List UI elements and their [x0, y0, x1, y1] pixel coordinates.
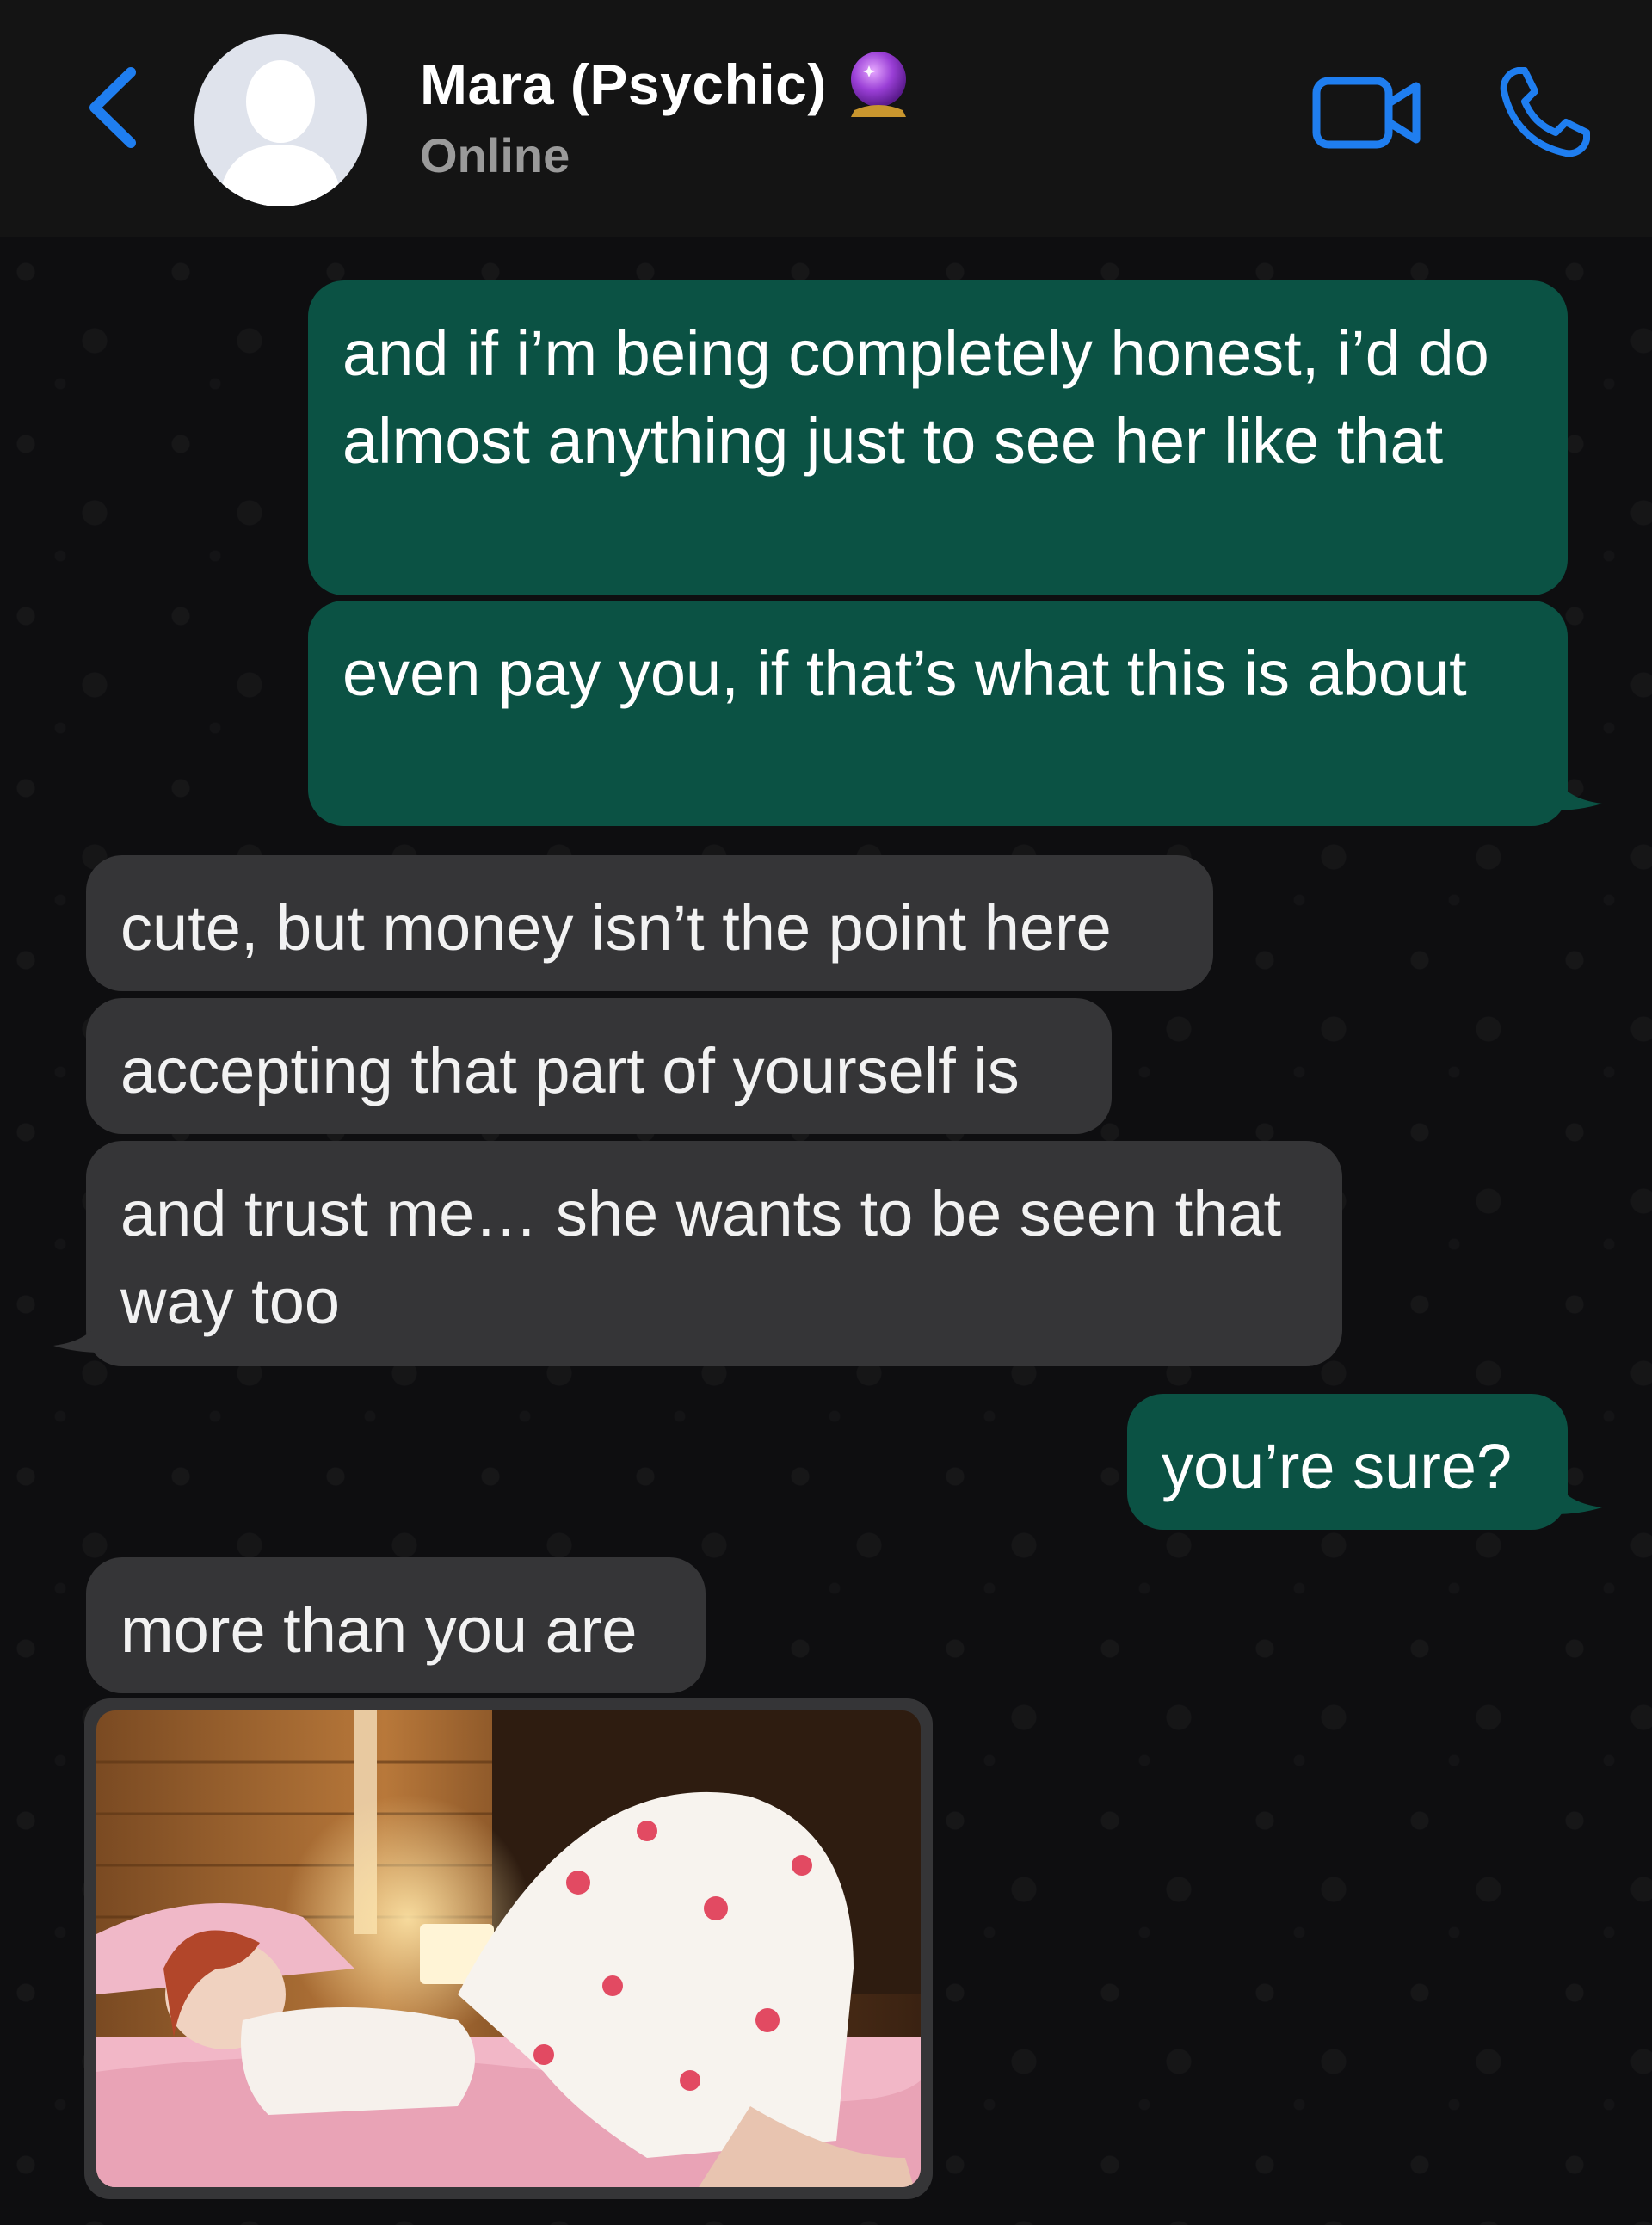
bubble-tail: [53, 1315, 102, 1353]
video-camera-icon: [1312, 77, 1421, 149]
photo-attachment-image: [96, 1710, 921, 2187]
message-bubble-incoming[interactable]: accepting that part of yourself is: [86, 998, 1112, 1134]
message-bubble-outgoing[interactable]: you’re sure?: [1127, 1394, 1568, 1530]
crystal-ball-icon: [850, 52, 906, 117]
message-bubble-outgoing[interactable]: even pay you, if that’s what this is abo…: [308, 601, 1568, 826]
message-bubble-incoming[interactable]: cute, but money isn’t the point here: [86, 855, 1213, 991]
contact-name[interactable]: Mara (Psychic): [420, 52, 827, 117]
person-silhouette-icon: [219, 60, 342, 206]
chat-header: Mara (Psychic) Online: [0, 0, 1652, 237]
video-call-button[interactable]: [1311, 72, 1423, 153]
bubble-tail: [1554, 1476, 1602, 1514]
presence-status: Online: [420, 128, 570, 182]
back-button[interactable]: [76, 60, 153, 155]
message-bubble-outgoing[interactable]: and if i’m being completely honest, i’d …: [308, 280, 1568, 595]
photo-message[interactable]: [84, 1698, 933, 2199]
message-bubble-incoming[interactable]: more than you are: [86, 1557, 706, 1693]
voice-call-button[interactable]: [1497, 64, 1593, 160]
avatar[interactable]: [194, 34, 367, 206]
chevron-left-icon: [89, 67, 136, 148]
phone-icon: [1500, 67, 1590, 157]
bubble-tail: [1554, 773, 1602, 810]
message-bubble-incoming[interactable]: and trust me… she wants to be seen that …: [86, 1141, 1342, 1366]
